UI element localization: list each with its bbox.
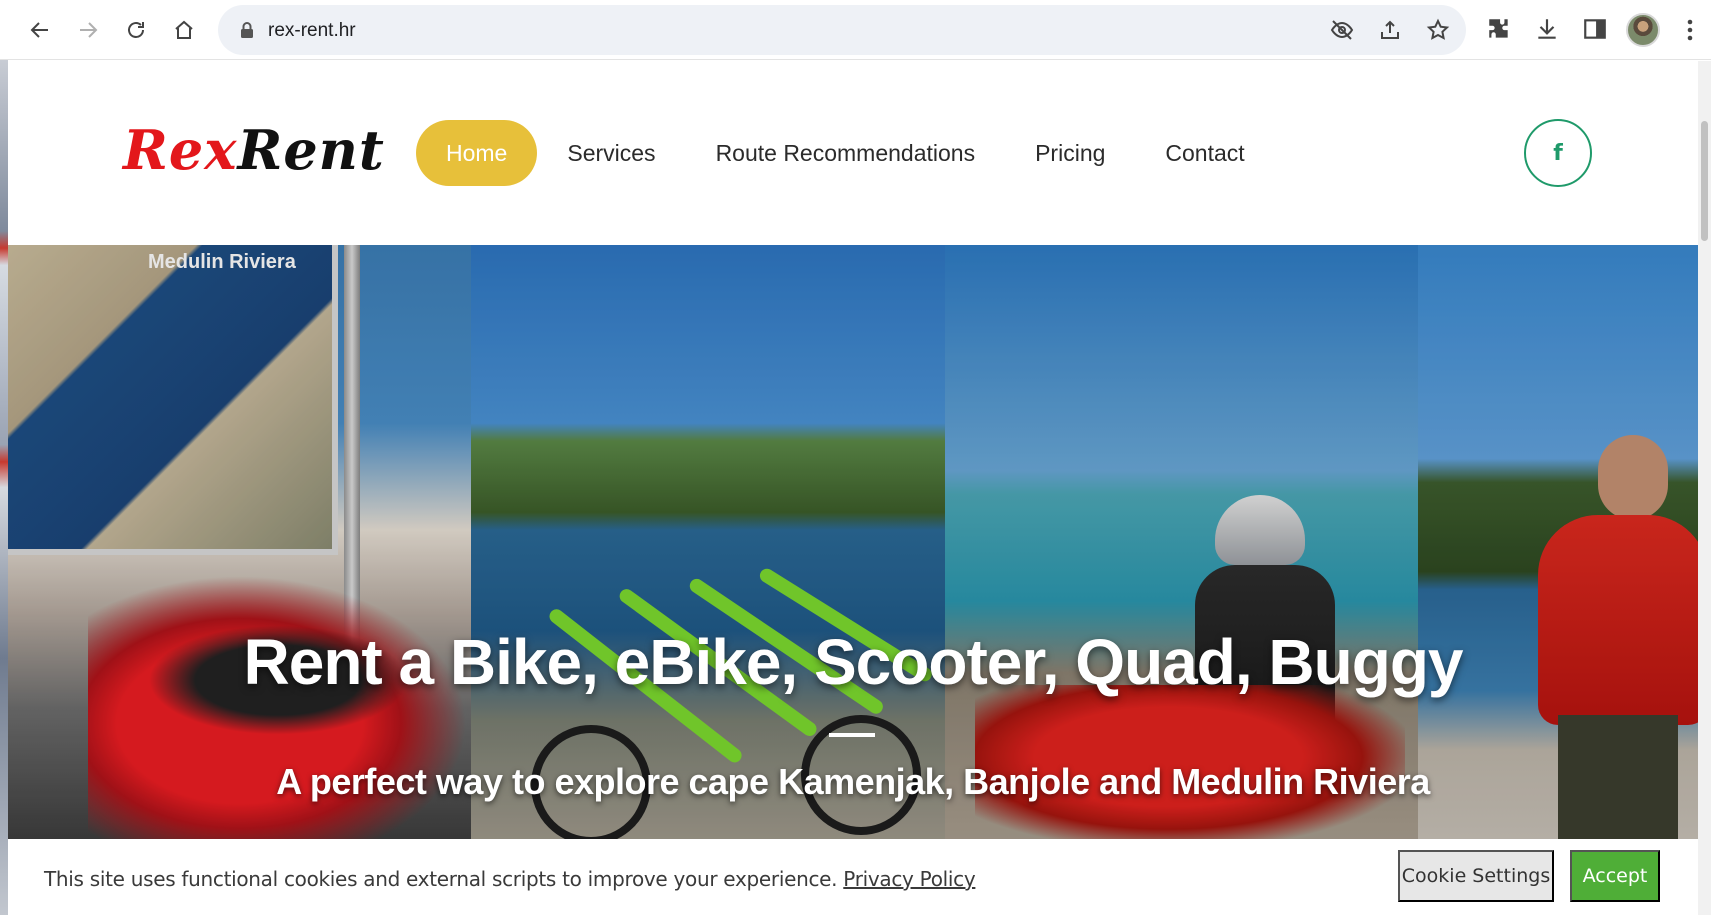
profile-avatar[interactable] [1626,13,1660,47]
hero-title: Rent a Bike, eBike, Scooter, Quad, Buggy [243,626,1464,698]
side-panel-icon[interactable] [1582,16,1608,42]
cookie-banner: This site uses functional cookies and ex… [8,839,1698,915]
nav-route-recommendations[interactable]: Route Recommendations [686,120,1006,186]
cookie-message: This site uses functional cookies and ex… [44,867,976,891]
facebook-icon: f [1553,140,1563,166]
accept-cookies-button[interactable]: Accept [1570,850,1660,902]
home-icon [175,20,193,39]
eye-off-icon[interactable] [1330,18,1354,42]
hero-divider [829,733,875,737]
star-icon[interactable] [1426,18,1450,42]
address-bar[interactable]: rex-rent.hr [218,5,1466,55]
cookie-settings-button[interactable]: Cookie Settings [1398,850,1554,902]
logo-part-1: Rex [123,118,238,182]
site-header: RexRent Home Services Route Recommendati… [8,61,1698,245]
facebook-button[interactable]: f [1524,119,1592,187]
forward-icon [80,22,98,38]
extensions-icon[interactable] [1486,16,1512,42]
hero-subtitle: A perfect way to explore cape Kamenjak, … [276,761,1430,802]
nav-pricing[interactable]: Pricing [1005,120,1135,186]
home-button[interactable] [166,12,202,48]
lock-icon [241,22,253,38]
back-icon [30,22,48,38]
nav-services[interactable]: Services [537,120,685,186]
nav-home[interactable]: Home [416,120,538,186]
hero-overlay [8,245,1698,839]
menu-icon[interactable] [1680,16,1700,44]
reload-button[interactable] [118,12,154,48]
page-scrollbar[interactable] [1698,61,1711,915]
forward-button[interactable] [70,12,106,48]
cookie-text: This site uses functional cookies and ex… [44,867,838,891]
desktop-edge [0,60,8,915]
url-text: rex-rent.hr [268,20,356,41]
back-button[interactable] [22,12,58,48]
logo-part-2: Rent [237,118,385,182]
main-nav: Home Services Route Recommendations Pric… [416,120,1275,186]
browser-toolbar: rex-rent.hr [0,0,1711,60]
scrollbar-thumb[interactable] [1701,121,1708,241]
site-logo[interactable]: RexRent [123,123,385,177]
download-icon[interactable] [1534,16,1560,42]
hero-banner: Medulin Riviera Rent a Bike, eBike, Scoo… [8,245,1698,839]
nav-contact[interactable]: Contact [1135,120,1274,186]
web-page: RexRent Home Services Route Recommendati… [8,61,1698,915]
reload-icon [128,22,144,38]
share-icon[interactable] [1378,18,1402,42]
privacy-policy-link[interactable]: Privacy Policy [843,867,975,891]
